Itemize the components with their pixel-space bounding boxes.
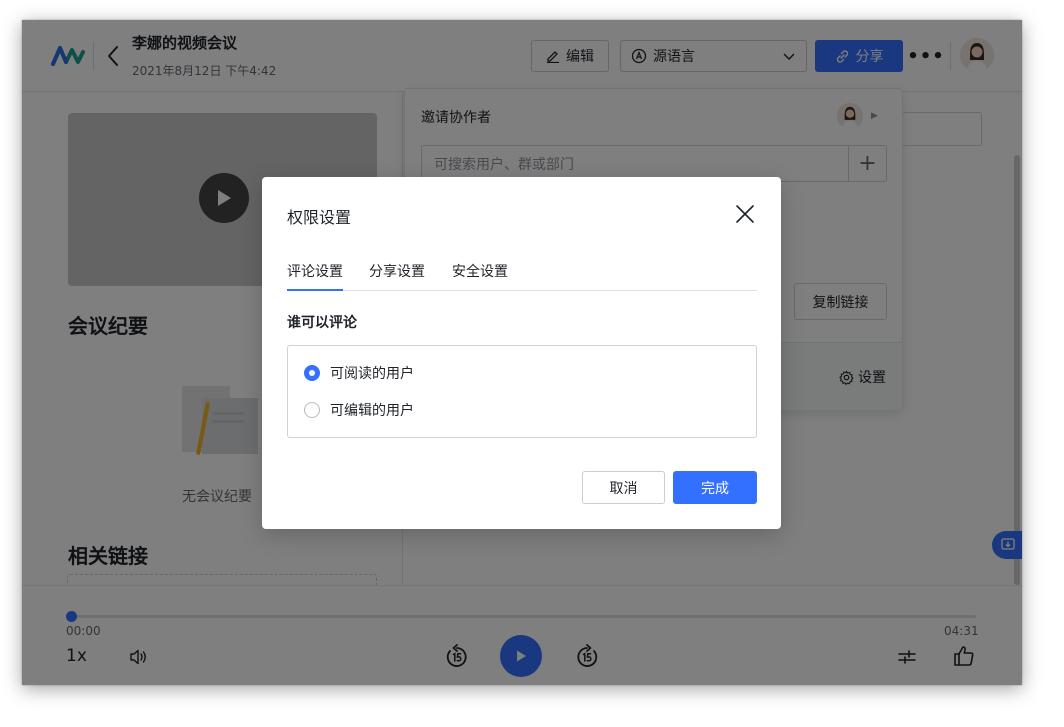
option-editors-label: 可编辑的用户 bbox=[330, 403, 414, 419]
radio-unchecked[interactable] bbox=[304, 402, 320, 418]
who-can-comment-label: 谁可以评论 bbox=[287, 315, 357, 331]
cancel-button[interactable]: 取消 bbox=[582, 471, 665, 504]
option-readers-label: 可阅读的用户 bbox=[330, 366, 414, 382]
done-button[interactable]: 完成 bbox=[673, 471, 757, 504]
dialog-tabs: 评论设置 分享设置 安全设置 bbox=[287, 257, 757, 291]
app-window: 李娜的视频会议 2021年8月12日 下午4:42 编辑 源语言 分享 ••• bbox=[22, 20, 1022, 685]
tab-security-settings[interactable]: 安全设置 bbox=[452, 261, 508, 291]
option-readers[interactable]: 可阅读的用户 bbox=[304, 363, 414, 383]
comment-permission-options: 可阅读的用户 可编辑的用户 bbox=[287, 345, 757, 438]
permission-settings-dialog: 权限设置 评论设置 分享设置 安全设置 谁可以评论 可阅读的用户 可编辑的用户 … bbox=[262, 177, 781, 529]
close-icon[interactable] bbox=[734, 203, 756, 225]
tab-comment-settings[interactable]: 评论设置 bbox=[287, 261, 343, 291]
tab-share-settings[interactable]: 分享设置 bbox=[369, 261, 425, 291]
option-editors[interactable]: 可编辑的用户 bbox=[304, 400, 414, 420]
radio-checked[interactable] bbox=[304, 365, 320, 381]
dialog-title: 权限设置 bbox=[287, 208, 352, 227]
